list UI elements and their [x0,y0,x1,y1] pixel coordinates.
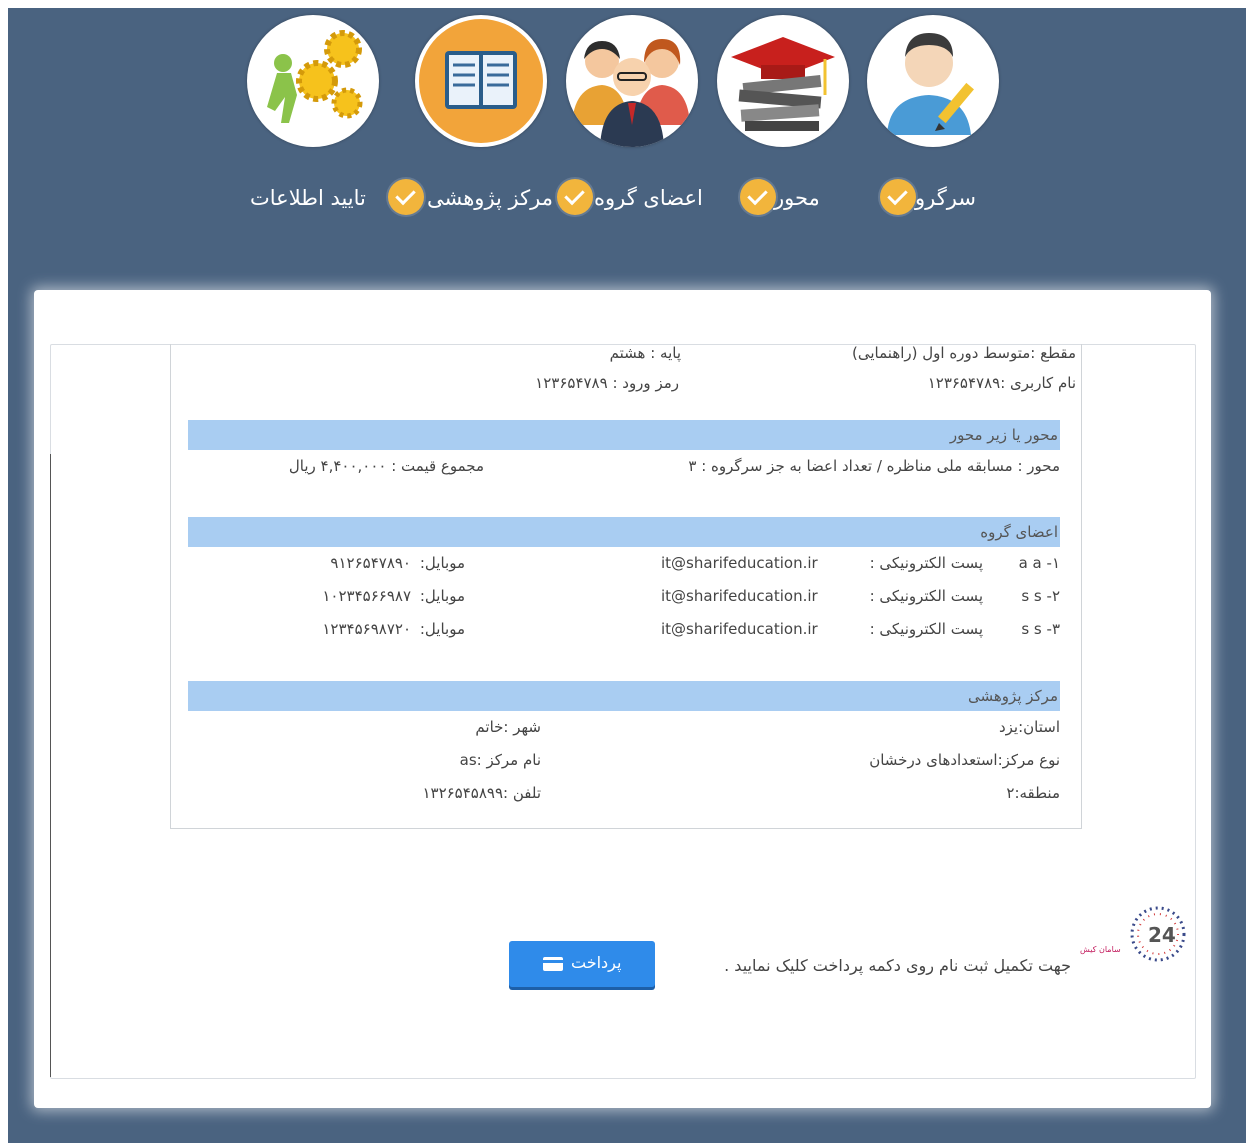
step-label-members[interactable]: اعضای گروه [594,186,703,210]
member-name: ۱- a a [1018,554,1060,572]
center-section-title: مرکز پژوهشی [968,687,1058,705]
credit-card-icon [543,957,563,971]
gears-confirm-icon[interactable] [247,15,379,147]
step-label-confirm[interactable]: تایید اطلاعات [250,186,366,210]
center-phone: تلفن :۱۳۲۶۵۴۵۸۹۹ [422,784,541,802]
check-icon [740,179,776,215]
member-email-label: پست الکترونیکی : [869,620,983,638]
member-email: it@sharifeducation.ir [661,587,818,605]
member-email: it@sharifeducation.ir [661,620,818,638]
members-section-title: اعضای گروه [980,523,1058,541]
axis-section-title: محور یا زیر محور [949,426,1058,444]
center-type: نوع مرکز:استعدادهای درخشان [869,751,1060,769]
research-book-icon[interactable] [415,15,547,147]
payment-button-label: پرداخت [571,953,622,972]
center-city: شهر :خاتم [475,718,541,736]
member-mobile: ۱۲۳۴۵۶۹۸۷۲۰ [322,620,411,638]
grade-level: مقطع :متوسط دوره اول (راهنمایی) [852,344,1076,362]
check-icon [880,179,916,215]
center-province: استان:یزد [998,718,1060,736]
center-name: نام مرکز :as [459,751,541,769]
check-icon [557,179,593,215]
password: رمز ورود : ۱۲۳۶۵۴۷۸۹ [535,374,679,392]
grade: پایه : هشتم [609,344,681,362]
member-mobile: ۹۱۲۶۵۴۷۸۹۰ [330,554,411,572]
center-section-header: مرکز پژوهشی [188,681,1060,711]
member-name: ۳- s s [1021,620,1060,638]
member-mobile-label: موبایل: [419,620,465,638]
total-price: مجموع قیمت : ۴,۴۰۰,۰۰۰ ریال [288,457,484,475]
graduation-books-icon[interactable] [717,15,849,147]
member-name: ۲- s s [1021,587,1060,605]
team-members-icon[interactable] [566,15,698,147]
username: نام کاربری :۱۲۳۶۵۴۷۸۹ [927,374,1076,392]
member-mobile: ۱۰۲۳۴۵۶۶۹۸۷ [322,587,411,605]
center-region: منطقه:۲ [1006,784,1060,802]
panel-divider [50,454,51,1077]
check-icon [388,179,424,215]
leader-avatar-icon[interactable] [867,15,999,147]
member-mobile-label: موبایل: [419,554,465,572]
member-email: it@sharifeducation.ir [661,554,818,572]
step-label-center[interactable]: مرکز پژوهشی [427,186,553,210]
member-mobile-label: موبایل: [419,587,465,605]
saman-kish-logo-text: سامان کیش [1080,945,1121,954]
members-section-header: اعضای گروه [188,517,1060,547]
axis-section-header: محور یا زیر محور [188,420,1060,450]
saman-kish-logo-number: 24 [1148,923,1176,947]
member-email-label: پست الکترونیکی : [869,587,983,605]
summary-card: مقطع :متوسط دوره اول (راهنمایی) پایه : ه… [34,290,1211,1108]
step-label-axis[interactable]: محور [774,186,820,210]
member-email-label: پست الکترونیکی : [869,554,983,572]
payment-instruction: جهت تکمیل ثبت نام روی دکمه پرداخت کلیک ن… [724,956,1071,975]
axis-detail: محور : مسابقه ملی مناظره / تعداد اعضا به… [688,457,1060,475]
payment-button[interactable]: پرداخت [509,941,655,987]
saman-kish-logo: سامان کیش 24 [1078,902,1190,968]
